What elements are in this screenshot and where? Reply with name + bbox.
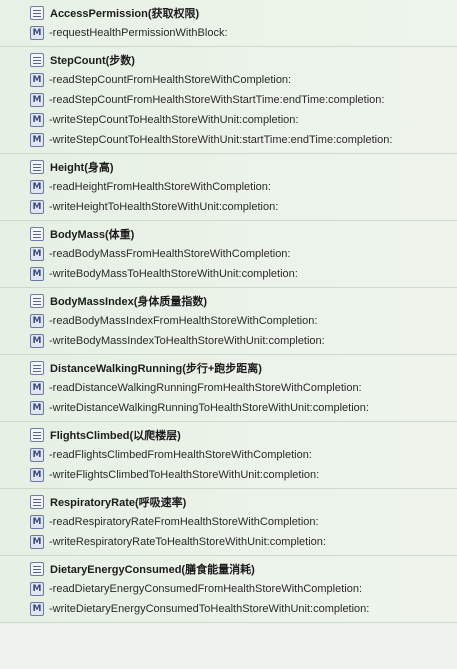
method-row[interactable]: M -readBodyMassIndexFromHealthStoreWithCo…	[30, 313, 317, 329]
method-icon: M	[30, 267, 44, 281]
method-row[interactable]: M -requestHealthPermissionWithBlock:	[30, 25, 228, 41]
method-name: -writeHeightToHealthStoreWithUnit:comple…	[49, 201, 279, 213]
method-row[interactable]: M -writeStepCountToHealthStoreWithUnit:st…	[30, 132, 392, 148]
outline-section: AccessPermission(获取权限) M -requestHealthPer…	[0, 0, 457, 47]
pragma-mark-row[interactable]: Height(身高)	[30, 159, 114, 175]
method-icon: M	[30, 314, 44, 328]
outline-section: FlightsClimbed(以爬楼层) M -readFlightsClimbed…	[0, 422, 457, 489]
list-icon	[30, 227, 44, 241]
method-row[interactable]: M -readBodyMassFromHealthStoreWithComplet…	[30, 246, 290, 262]
pragma-mark-row[interactable]: RespiratoryRate(呼吸速率)	[30, 494, 186, 510]
section-title: RespiratoryRate(呼吸速率)	[50, 497, 187, 509]
method-row[interactable]: M -writeBodyMassIndexToHealthStoreWithUni…	[30, 333, 325, 349]
pragma-mark-row[interactable]: BodyMass(体重)	[30, 226, 134, 242]
method-icon: M	[30, 602, 44, 616]
list-icon	[30, 361, 44, 375]
method-icon: M	[30, 93, 44, 107]
method-name: -readBodyMassIndexFromHealthStoreWithCom…	[49, 315, 318, 327]
method-row[interactable]: M -writeRespiratoryRateToHealthStoreWithU…	[30, 534, 326, 550]
method-icon: M	[30, 401, 44, 415]
method-row[interactable]: M -writeHeightToHealthStoreWithUnit:compl…	[30, 199, 278, 215]
method-icon: M	[30, 468, 44, 482]
method-name: -writeStepCountToHealthStoreWithUnit:com…	[49, 114, 299, 126]
outline-section: BodyMassIndex(身体质量指数) M -readBodyMassIndex…	[0, 288, 457, 355]
method-icon: M	[30, 180, 44, 194]
list-icon	[30, 6, 44, 20]
list-icon	[30, 294, 44, 308]
list-icon	[30, 562, 44, 576]
method-row[interactable]: M -readFlightsClimbedFromHealthStoreWithC…	[30, 447, 312, 463]
list-icon	[30, 428, 44, 442]
method-row[interactable]: M -readHeightFromHealthStoreWithCompletio…	[30, 179, 271, 195]
section-title: BodyMass(体重)	[50, 229, 135, 241]
outline-section: DistanceWalkingRunning(步行+跑步距离) M -readDis…	[0, 355, 457, 422]
method-name: -readStepCountFromHealthStoreWithComplet…	[49, 74, 292, 86]
pragma-mark-row[interactable]: AccessPermission(获取权限)	[30, 5, 199, 21]
method-icon: M	[30, 381, 44, 395]
outline-section: BodyMass(体重) M -readBodyMassFromHealthStor…	[0, 221, 457, 288]
method-icon: M	[30, 73, 44, 87]
list-icon	[30, 160, 44, 174]
section-title: AccessPermission(获取权限)	[50, 8, 200, 20]
method-name: -writeStepCountToHealthStoreWithUnit:sta…	[49, 134, 393, 146]
method-row[interactable]: M -writeStepCountToHealthStoreWithUnit:co…	[30, 112, 298, 128]
section-title: Height(身高)	[50, 162, 114, 174]
method-row[interactable]: M -readRespiratoryRateFromHealthStoreWith…	[30, 514, 319, 530]
pragma-mark-row[interactable]: BodyMassIndex(身体质量指数)	[30, 293, 207, 309]
method-icon: M	[30, 515, 44, 529]
method-icon: M	[30, 334, 44, 348]
list-icon	[30, 495, 44, 509]
method-icon: M	[30, 26, 44, 40]
method-name: -writeBodyMassIndexToHealthStoreWithUnit…	[49, 335, 325, 347]
section-title: StepCount(步数)	[50, 55, 135, 67]
method-icon: M	[30, 133, 44, 147]
method-name: -readStepCountFromHealthStoreWithStartTi…	[49, 94, 385, 106]
method-icon: M	[30, 200, 44, 214]
method-name: -readRespiratoryRateFromHealthStoreWithC…	[49, 516, 319, 528]
method-name: -readDietaryEnergyConsumedFromHealthStor…	[49, 583, 363, 595]
method-name: -readDistanceWalkingRunningFromHealthSto…	[49, 382, 362, 394]
method-name: -writeRespiratoryRateToHealthStoreWithUn…	[49, 536, 326, 548]
section-title: FlightsClimbed(以爬楼层)	[50, 430, 181, 442]
method-icon: M	[30, 535, 44, 549]
section-title: BodyMassIndex(身体质量指数)	[50, 296, 208, 308]
method-name: -writeFlightsClimbedToHealthStoreWithUni…	[49, 469, 320, 481]
method-icon: M	[30, 582, 44, 596]
pragma-mark-row[interactable]: DietaryEnergyConsumed(膳食能量消耗)	[30, 561, 255, 577]
method-row[interactable]: M -readStepCountFromHealthStoreWithStartT…	[30, 92, 384, 108]
method-name: -writeBodyMassToHealthStoreWithUnit:comp…	[49, 268, 298, 280]
method-row[interactable]: M -writeDietaryEnergyConsumedToHealthStor…	[30, 601, 369, 617]
method-name: -writeDietaryEnergyConsumedToHealthStore…	[49, 603, 370, 615]
method-name: -requestHealthPermissionWithBlock:	[49, 27, 228, 39]
outline-section: Height(身高) M -readHeightFromHealthStoreWit…	[0, 154, 457, 221]
section-title: DistanceWalkingRunning(步行+跑步距离)	[50, 363, 262, 375]
list-icon	[30, 53, 44, 67]
method-row[interactable]: M -readStepCountFromHealthStoreWithComple…	[30, 72, 291, 88]
method-row[interactable]: M -readDietaryEnergyConsumedFromHealthSto…	[30, 581, 362, 597]
method-icon: M	[30, 247, 44, 261]
outline-section: RespiratoryRate(呼吸速率) M -readRespiratoryRa…	[0, 489, 457, 556]
pragma-mark-row[interactable]: StepCount(步数)	[30, 52, 135, 68]
method-name: -readHeightFromHealthStoreWithCompletion…	[49, 181, 271, 193]
method-name: -writeDistanceWalkingRunningToHealthStor…	[49, 402, 369, 414]
method-row[interactable]: M -writeDistanceWalkingRunningToHealthSto…	[30, 400, 369, 416]
method-row[interactable]: M -writeBodyMassToHealthStoreWithUnit:com…	[30, 266, 298, 282]
pragma-mark-row[interactable]: DistanceWalkingRunning(步行+跑步距离)	[30, 360, 262, 376]
method-icon: M	[30, 113, 44, 127]
method-row[interactable]: M -readDistanceWalkingRunningFromHealthSt…	[30, 380, 362, 396]
outline-section: DietaryEnergyConsumed(膳食能量消耗) M -readDieta…	[0, 556, 457, 623]
pragma-mark-row[interactable]: FlightsClimbed(以爬楼层)	[30, 427, 181, 443]
method-name: -readBodyMassFromHealthStoreWithCompleti…	[49, 248, 291, 260]
section-title: DietaryEnergyConsumed(膳食能量消耗)	[50, 564, 255, 576]
method-row[interactable]: M -writeFlightsClimbedToHealthStoreWithUn…	[30, 467, 319, 483]
method-icon: M	[30, 448, 44, 462]
method-name: -readFlightsClimbedFromHealthStoreWithCo…	[49, 449, 312, 461]
outline-section: StepCount(步数) M -readStepCountFromHealthSt…	[0, 47, 457, 154]
